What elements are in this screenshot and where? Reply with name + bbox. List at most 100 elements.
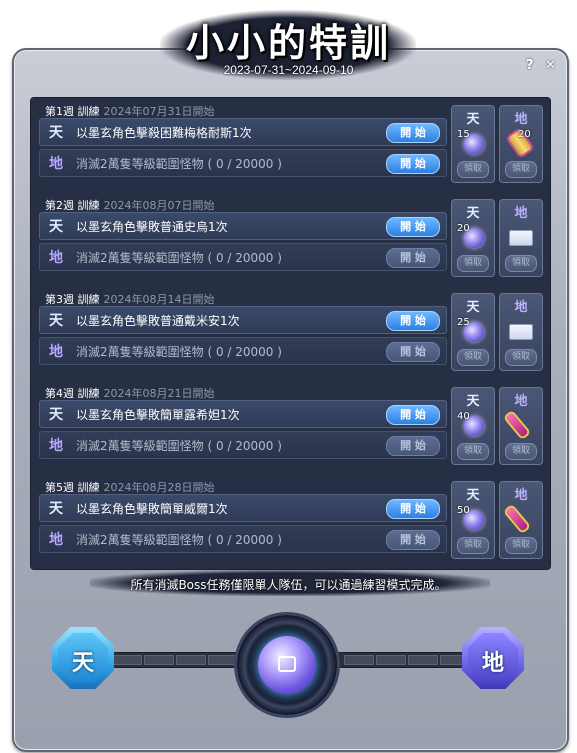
- help-button[interactable]: ?: [526, 58, 534, 73]
- earth-tag: 地: [49, 250, 63, 266]
- earth-start-button[interactable]: 開 始: [386, 436, 440, 456]
- heaven-reward-slot[interactable]: 天 20 領取: [451, 199, 495, 277]
- heaven-reward-slot[interactable]: 天 25 領取: [451, 293, 495, 371]
- reward-count: 40: [457, 411, 470, 422]
- heaven-task-row: 天 以墨玄角色擊敗簡單威爾1次 開 始: [39, 494, 447, 522]
- track-segment: [176, 655, 206, 665]
- heaven-task-text: 以墨玄角色擊敗普通戴米安1次: [76, 314, 240, 328]
- earth-reward-slot[interactable]: 地 領取: [499, 199, 543, 277]
- week-4: 第4週 訓練 2024年08月21日開始 天 以墨玄角色擊敗簡單露希妲1次 開 始…: [31, 380, 550, 470]
- track-segment: [144, 655, 174, 665]
- claim-button[interactable]: 領取: [505, 349, 537, 366]
- earth-badge-inner: 地: [468, 633, 518, 683]
- week-start-date: 2024年08月28日開始: [103, 481, 215, 494]
- reward-label: 天: [466, 394, 480, 409]
- reward-count: 20: [518, 129, 531, 140]
- earth-start-button[interactable]: 開 始: [386, 154, 440, 174]
- track-segment: [208, 655, 238, 665]
- claim-button[interactable]: 領取: [457, 443, 489, 460]
- page-title: 小小的特訓: [185, 20, 391, 65]
- claim-button[interactable]: 領取: [505, 255, 537, 272]
- week-header: 第2週 訓練 2024年08月07日開始: [45, 197, 215, 213]
- claim-button[interactable]: 領取: [505, 443, 537, 460]
- earth-task-text: 消滅2萬隻等級範圍怪物 ( 0 / 20000 ): [76, 157, 282, 171]
- reward-label: 天: [466, 206, 480, 221]
- reward-orb[interactable]: [258, 636, 316, 694]
- claim-button[interactable]: 領取: [505, 161, 537, 178]
- heaven-tag: 天: [49, 219, 63, 235]
- heaven-task-text: 以墨玄角色擊敗簡單威爾1次: [76, 502, 228, 516]
- reward-label: 地: [514, 112, 528, 127]
- heaven-start-button[interactable]: 開 始: [386, 311, 440, 331]
- reward-count: 50: [457, 505, 470, 516]
- heaven-tag: 天: [49, 501, 63, 517]
- training-panel: 第1週 訓練 2024年07月31日開始 天 以墨玄角色擊殺困難梅格耐斯1次 開 …: [30, 97, 551, 570]
- heaven-task-row: 天 以墨玄角色擊殺困難梅格耐斯1次 開 始: [39, 118, 447, 146]
- claim-button[interactable]: 領取: [457, 349, 489, 366]
- heaven-task-text: 以墨玄角色擊敗簡單露希妲1次: [76, 408, 240, 422]
- earth-task-row: 地 消滅2萬隻等級範圍怪物 ( 0 / 20000 ) 開 始: [39, 431, 447, 459]
- heaven-tag: 天: [49, 125, 63, 141]
- reward-label: 地: [514, 206, 528, 221]
- week-start-date: 2024年07月31日開始: [103, 105, 215, 118]
- reward-label: 天: [466, 112, 480, 127]
- earth-task-row: 地 消滅2萬隻等級範圍怪物 ( 0 / 20000 ) 開 始: [39, 149, 447, 177]
- week-2: 第2週 訓練 2024年08月07日開始 天 以墨玄角色擊敗普通史烏1次 開 始 …: [31, 192, 550, 282]
- reward-label: 天: [466, 488, 480, 503]
- claim-button[interactable]: 領取: [457, 161, 489, 178]
- earth-tag: 地: [49, 344, 63, 360]
- heaven-start-button[interactable]: 開 始: [386, 499, 440, 519]
- earth-badge-label: 地: [481, 650, 504, 676]
- earth-reward-slot[interactable]: 地 20 領取: [499, 105, 543, 183]
- week-label: 第5週 訓練: [45, 481, 100, 494]
- earth-task-row: 地 消滅2萬隻等級範圍怪物 ( 0 / 20000 ) 開 始: [39, 525, 447, 553]
- track-segment: [408, 655, 438, 665]
- heaven-reward-slot[interactable]: 天 15 領取: [451, 105, 495, 183]
- earth-reward-slot[interactable]: 地 領取: [499, 293, 543, 371]
- week-1: 第1週 訓練 2024年07月31日開始 天 以墨玄角色擊殺困難梅格耐斯1次 開 …: [31, 98, 550, 188]
- notice-text: 所有消滅Boss任務僅限單人隊伍，可以通過練習模式完成。: [130, 578, 447, 592]
- track-segment: [112, 655, 142, 665]
- earth-start-button[interactable]: 開 始: [386, 248, 440, 268]
- claim-button[interactable]: 領取: [505, 537, 537, 554]
- heaven-tag: 天: [49, 407, 63, 423]
- week-label: 第3週 訓練: [45, 293, 100, 306]
- earth-tag: 地: [49, 156, 63, 172]
- heaven-reward-slot[interactable]: 天 50 領取: [451, 481, 495, 559]
- heaven-start-button[interactable]: 開 始: [386, 217, 440, 237]
- earth-start-button[interactable]: 開 始: [386, 342, 440, 362]
- heaven-start-button[interactable]: 開 始: [386, 405, 440, 425]
- wand-icon: [505, 506, 529, 532]
- week-start-date: 2024年08月21日開始: [103, 387, 215, 400]
- week-label: 第1週 訓練: [45, 105, 100, 118]
- heaven-task-row: 天 以墨玄角色擊敗普通戴米安1次 開 始: [39, 306, 447, 334]
- week-header: 第1週 訓練 2024年07月31日開始: [45, 103, 215, 119]
- week-start-date: 2024年08月14日開始: [103, 293, 215, 306]
- week-header: 第3週 訓練 2024年08月14日開始: [45, 291, 215, 307]
- reward-count: 15: [457, 129, 470, 140]
- week-3: 第3週 訓練 2024年08月14日開始 天 以墨玄角色擊敗普通戴米安1次 開 始…: [31, 286, 550, 376]
- earth-reward-slot[interactable]: 地 領取: [499, 387, 543, 465]
- reward-count: 25: [457, 317, 470, 328]
- chest-icon: [278, 656, 296, 672]
- earth-task-text: 消滅2萬隻等級範圍怪物 ( 0 / 20000 ): [76, 439, 282, 453]
- claim-button[interactable]: 領取: [457, 255, 489, 272]
- close-button[interactable]: ✕: [545, 58, 556, 73]
- wand-icon: [505, 412, 529, 438]
- reward-label: 地: [514, 300, 528, 315]
- reward-label: 地: [514, 488, 528, 503]
- event-dates: 2023-07-31~2024-09-10: [223, 63, 354, 77]
- week-header: 第4週 訓練 2024年08月21日開始: [45, 385, 215, 401]
- heaven-task-text: 以墨玄角色擊敗普通史烏1次: [76, 220, 228, 234]
- heaven-reward-slot[interactable]: 天 40 領取: [451, 387, 495, 465]
- heaven-start-button[interactable]: 開 始: [386, 123, 440, 143]
- earth-reward-slot[interactable]: 地 領取: [499, 481, 543, 559]
- week-5: 第5週 訓練 2024年08月28日開始 天 以墨玄角色擊敗簡單威爾1次 開 始 …: [31, 474, 550, 564]
- heaven-task-text: 以墨玄角色擊殺困難梅格耐斯1次: [76, 126, 252, 140]
- heaven-task-row: 天 以墨玄角色擊敗普通史烏1次 開 始: [39, 212, 447, 240]
- heaven-badge-inner: 天: [58, 633, 108, 683]
- earth-start-button[interactable]: 開 始: [386, 530, 440, 550]
- track-segment: [344, 655, 374, 665]
- claim-button[interactable]: 領取: [457, 537, 489, 554]
- week-header: 第5週 訓練 2024年08月28日開始: [45, 479, 215, 495]
